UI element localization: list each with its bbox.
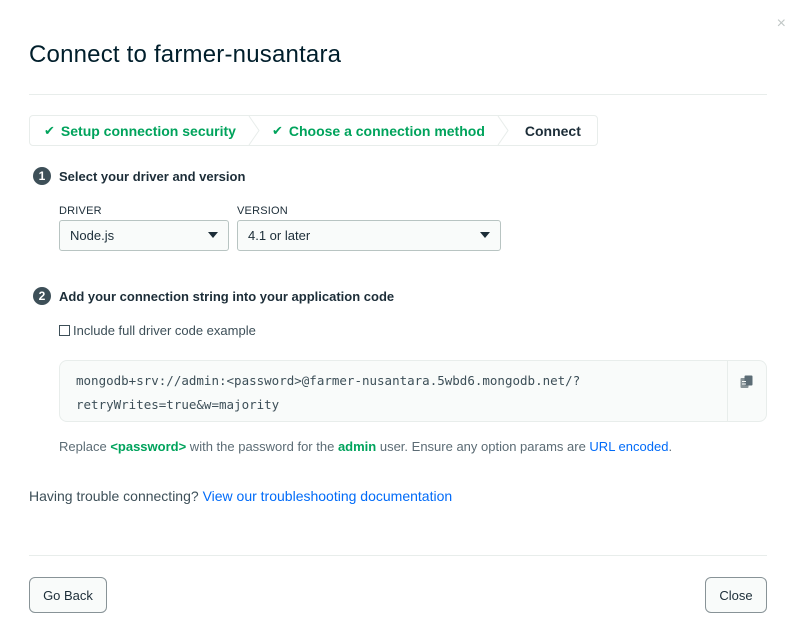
step-label: Connect [524,122,581,139]
check-icon: ✔ [44,122,55,138]
check-icon: ✔ [271,122,283,138]
password-token: <password> [110,439,187,454]
step-connection-method[interactable]: ✔ Choose a connection method [258,116,509,145]
section-heading-text: Add your connection string into your app… [59,288,395,304]
note-text: . [668,439,673,454]
note-text: with the password for the [186,439,338,454]
section-heading-text: Select your driver and version [59,168,246,184]
modal-title: Connect to farmer-nusantara [29,41,342,68]
username-token: admin [337,439,377,454]
close-icon[interactable]: × [777,14,786,34]
connection-string-line: mongodb+srv://admin:<password>@farmer-nu… [76,373,581,388]
url-encoded-link[interactable]: URL encoded [589,439,668,454]
step-connect[interactable]: Connect [507,116,597,145]
troubleshooting-link[interactable]: View our troubleshooting documentation [203,488,453,504]
driver-select[interactable]: Node.js [59,220,229,251]
close-button[interactable]: Close [705,577,767,613]
version-select[interactable]: 4.1 or later [237,220,501,251]
section-connection-string-heading: 2 Add your connection string into your a… [33,287,394,305]
stepper: ✔ Setup connection security ✔ Choose a c… [29,115,598,146]
connection-string-line: retryWrites=true&w=majority [76,397,280,412]
password-note: Replace <password> with the password for… [59,439,672,454]
step-label: Choose a connection method [288,122,485,139]
step-label: Setup connection security [60,122,236,139]
go-back-button[interactable]: Go Back [29,577,107,613]
troubleshooting-row: Having trouble connecting? View our trou… [29,488,452,504]
step-number-badge: 1 [33,167,51,185]
full-driver-code-checkbox[interactable] [59,325,70,336]
step-number-badge: 2 [33,287,51,305]
caret-down-icon [480,232,490,238]
connect-modal: × Connect to farmer-nusantara ✔ Setup co… [0,0,796,643]
header-divider [29,94,767,95]
footer-divider [29,555,767,556]
note-text: Replace [59,439,111,454]
caret-down-icon [208,232,218,238]
full-driver-code-checkbox-row[interactable]: Include full driver code example [59,323,256,338]
copy-divider [727,361,728,421]
note-text: user. Ensure any option params are [376,439,590,454]
connection-string[interactable]: mongodb+srv://admin:<password>@farmer-nu… [76,369,580,417]
version-select-value: 4.1 or later [248,228,311,243]
checkbox-label: Include full driver code example [73,323,256,338]
driver-select-value: Node.js [70,228,115,243]
section-driver-heading: 1 Select your driver and version [33,167,245,185]
driver-label: DRIVER [59,205,102,217]
copy-icon[interactable] [740,375,754,389]
troubleshooting-text: Having trouble connecting? [29,488,203,504]
version-label: VERSION [237,205,288,217]
step-setup-security[interactable]: ✔ Setup connection security [30,116,260,145]
connection-string-box: mongodb+srv://admin:<password>@farmer-nu… [59,360,767,422]
